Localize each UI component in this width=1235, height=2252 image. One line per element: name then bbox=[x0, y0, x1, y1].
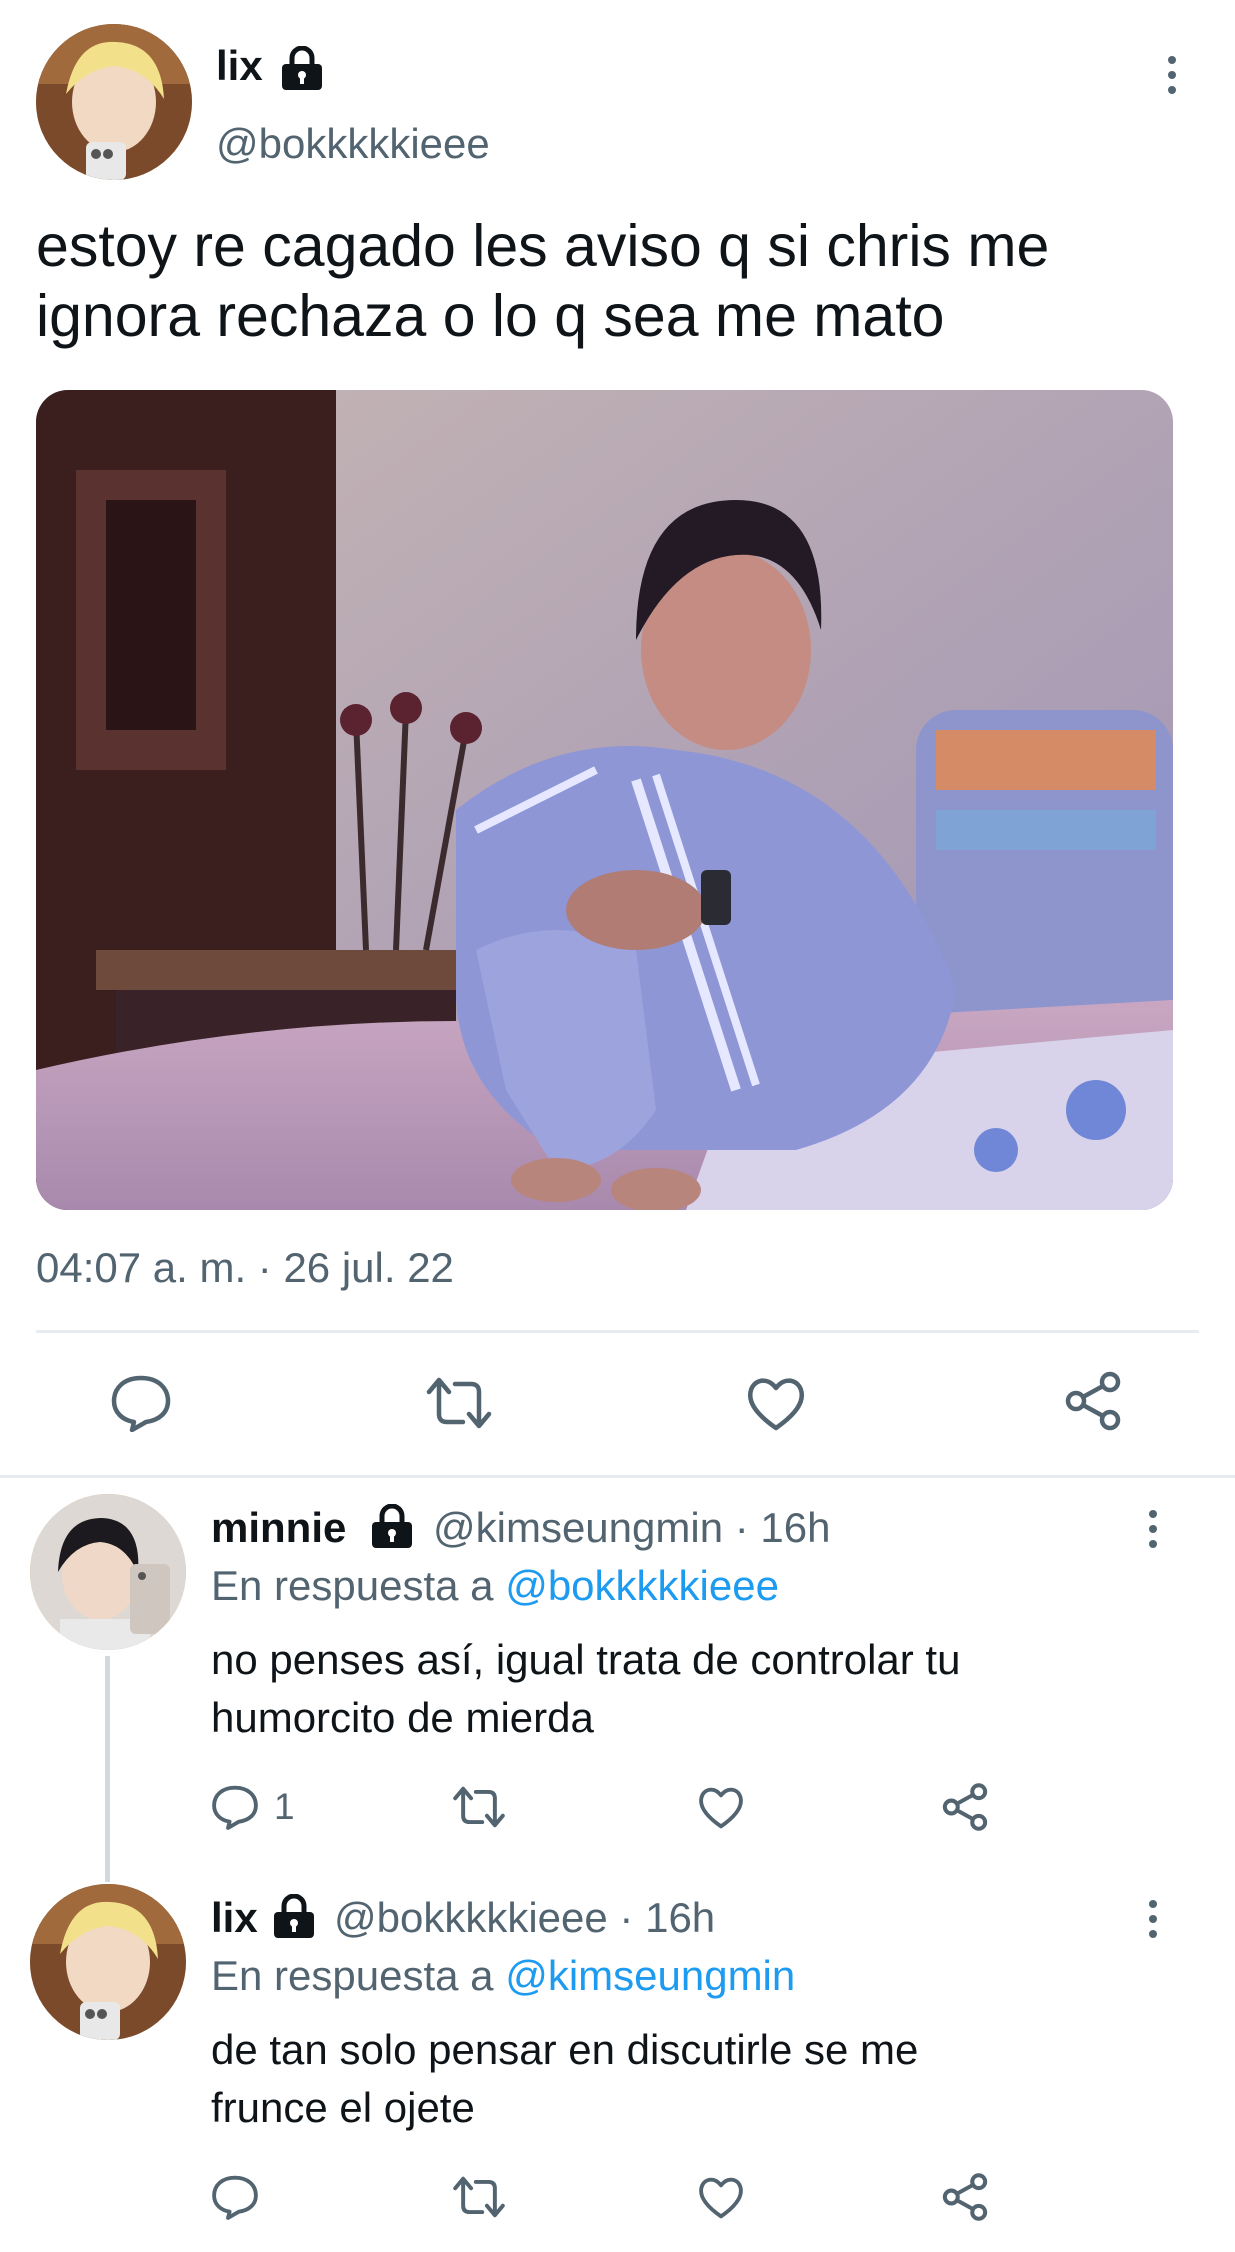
thread-line bbox=[105, 1656, 110, 1882]
like-icon[interactable] bbox=[697, 1784, 745, 1830]
tweet-timestamp[interactable]: 04:07 a. m. · 26 jul. 22 bbox=[36, 1244, 454, 1292]
avatar[interactable] bbox=[30, 1884, 186, 2040]
display-name[interactable]: lix bbox=[216, 42, 263, 90]
handle-and-time[interactable]: @bokkkkkieee · 16h bbox=[334, 1894, 715, 1942]
lock-icon bbox=[270, 1893, 318, 1943]
reply-to-link[interactable]: @bokkkkkieee bbox=[505, 1562, 779, 1609]
reply-prefix: En respuesta a bbox=[211, 1952, 494, 1999]
display-name[interactable]: lix bbox=[211, 1894, 258, 1942]
reply-to-link[interactable]: @kimseungmin bbox=[505, 1952, 795, 1999]
reply-text-line: humorcito de mierda bbox=[211, 1694, 594, 1741]
retweet-icon[interactable] bbox=[452, 1784, 506, 1830]
avatar[interactable] bbox=[36, 24, 192, 180]
handle-and-time[interactable]: @kimseungmin · 16h bbox=[433, 1504, 830, 1552]
tweet-text-line: estoy re cagado les aviso q si chris me bbox=[36, 213, 1050, 279]
reply-text-line: de tan solo pensar en discutirle se me bbox=[211, 2026, 919, 2073]
tweet-text-line: ignora rechaza o lo q sea me mato bbox=[36, 283, 945, 349]
more-icon[interactable] bbox=[1148, 1900, 1158, 1945]
more-icon[interactable] bbox=[1148, 1510, 1158, 1555]
retweet-icon[interactable] bbox=[452, 2174, 506, 2220]
divider bbox=[36, 1330, 1199, 1333]
reply-context: En respuesta a @kimseungmin bbox=[211, 1952, 795, 2000]
retweet-icon[interactable] bbox=[425, 1374, 493, 1432]
like-icon[interactable] bbox=[745, 1374, 807, 1432]
share-icon[interactable] bbox=[940, 2172, 990, 2222]
reply-text-line: frunce el ojete bbox=[211, 2084, 475, 2131]
reply-count: 1 bbox=[274, 1786, 295, 1827]
avatar[interactable] bbox=[30, 1494, 186, 1650]
reply-icon[interactable] bbox=[110, 1374, 172, 1432]
more-icon[interactable] bbox=[1167, 56, 1177, 101]
like-icon[interactable] bbox=[697, 2174, 745, 2220]
share-icon[interactable] bbox=[1062, 1370, 1124, 1432]
reply-icon[interactable] bbox=[211, 1784, 259, 1830]
reply-context: En respuesta a @bokkkkkieee bbox=[211, 1562, 779, 1610]
lock-icon bbox=[278, 45, 326, 95]
divider bbox=[0, 1475, 1235, 1478]
display-name[interactable]: minnie bbox=[211, 1504, 346, 1552]
reply-icon[interactable] bbox=[211, 2174, 259, 2220]
reply-text-line: no penses así, igual trata de controlar … bbox=[211, 1636, 961, 1683]
lock-icon bbox=[368, 1503, 416, 1553]
reply-prefix: En respuesta a bbox=[211, 1562, 494, 1609]
handle[interactable]: @bokkkkkieee bbox=[216, 120, 490, 168]
share-icon[interactable] bbox=[940, 1782, 990, 1832]
tweet-media-image[interactable] bbox=[36, 390, 1173, 1210]
